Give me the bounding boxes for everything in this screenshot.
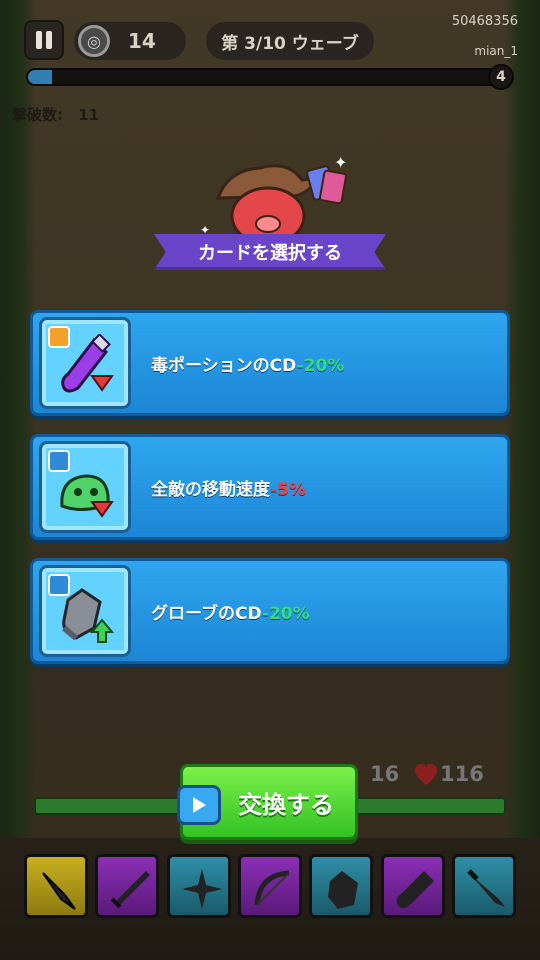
user-id: 50468356 xyxy=(451,14,518,29)
video-ad-icon xyxy=(177,785,221,825)
shuriken-icon xyxy=(181,869,222,909)
kill-value: 11 xyxy=(78,106,100,124)
weapon-slot-4[interactable] xyxy=(237,854,302,918)
card-description: 毒ポーションのCD xyxy=(151,355,297,376)
poison-potion-icon xyxy=(61,334,114,393)
card-option-2[interactable]: 全敵の移動速度-5% xyxy=(30,434,510,540)
card-icon-frame xyxy=(39,565,131,657)
coin-icon: ◎ xyxy=(78,25,110,57)
glove-icon xyxy=(328,871,359,909)
user-name: mian_1 xyxy=(474,44,518,58)
bow-icon xyxy=(254,870,290,906)
kill-label: 撃破数: xyxy=(12,106,63,124)
card-text-2: 全敵の移動速度-5% xyxy=(151,475,306,500)
wave-indicator: 第 3/10 ウェーブ xyxy=(206,22,374,60)
coin-counter: ◎ 14 xyxy=(74,22,186,60)
weapon-slot-7[interactable] xyxy=(451,854,516,918)
coin-value: 14 xyxy=(128,29,156,53)
wave-progress-fill xyxy=(28,70,52,84)
kill-counter: 撃破数: 11 xyxy=(12,104,99,125)
weapon-slots xyxy=(24,854,516,918)
pause-icon xyxy=(36,31,42,49)
weapon-slot-2[interactable] xyxy=(95,854,160,918)
card-text-3: グローブのCD-20% xyxy=(151,599,310,624)
card-value: -20% xyxy=(296,355,345,376)
pause-button[interactable] xyxy=(24,20,64,60)
shield-value: 16 xyxy=(370,762,400,786)
kunai-icon xyxy=(42,872,76,910)
card-description: グローブのCD xyxy=(151,603,262,624)
card-icon-frame xyxy=(39,441,131,533)
exchange-button[interactable]: 交換する xyxy=(177,764,358,840)
weapon-slot-3[interactable] xyxy=(166,854,231,918)
dagger-icon xyxy=(467,869,505,907)
select-card-title: カードを選択する xyxy=(154,234,386,270)
heart-icon xyxy=(414,763,438,785)
weapon-slot-6[interactable] xyxy=(380,854,445,918)
card-option-1[interactable]: 毒ポーションのCD-20% xyxy=(30,310,510,416)
card-value: -5% xyxy=(270,479,306,500)
potion-icon xyxy=(396,871,434,908)
weapon-slot-1[interactable] xyxy=(24,854,88,918)
glove-icon xyxy=(62,588,115,643)
green-slime-icon xyxy=(60,474,114,518)
card-text-1: 毒ポーションのCD-20% xyxy=(151,351,344,376)
wave-end-marker: 4 xyxy=(488,64,514,90)
svg-text:✦: ✦ xyxy=(334,153,347,172)
hp-value: 116 xyxy=(440,762,484,786)
card-icon-frame xyxy=(39,317,131,409)
card-option-3[interactable]: グローブのCD-20% xyxy=(30,558,510,664)
sword-icon xyxy=(110,871,151,909)
card-value: -20% xyxy=(261,603,310,624)
wave-progress-bar xyxy=(26,68,506,86)
exchange-label: 交換する xyxy=(238,790,334,819)
card-description: 全敵の移動速度 xyxy=(151,479,270,500)
weapon-slot-5[interactable] xyxy=(309,854,374,918)
